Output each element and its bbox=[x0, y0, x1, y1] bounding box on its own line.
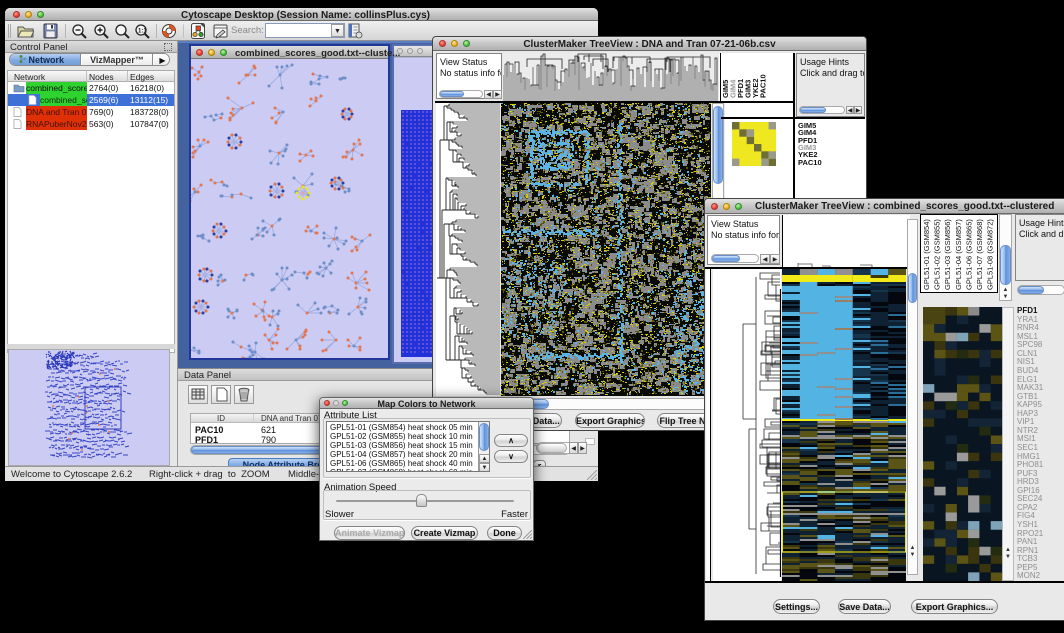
svg-text:GPL51-04 (GSM857): GPL51-04 (GSM857) bbox=[954, 219, 963, 290]
svg-text:GPL51-08 (GSM872): GPL51-08 (GSM872) bbox=[986, 219, 995, 290]
svg-text:1:1: 1:1 bbox=[138, 29, 147, 35]
svg-text:GPL51-01 (GSM854): GPL51-01 (GSM854) bbox=[922, 219, 931, 290]
svg-text:GPL51-06 (GSM865): GPL51-06 (GSM865) bbox=[964, 219, 973, 290]
svg-text:GPL51-02 (GSM855): GPL51-02 (GSM855) bbox=[933, 219, 942, 290]
svg-text:GPL51-03 (GSM856): GPL51-03 (GSM856) bbox=[943, 219, 952, 290]
svg-text:GPL51-07 (GSM868): GPL51-07 (GSM868) bbox=[975, 219, 984, 290]
svg-text:PAC10: PAC10 bbox=[759, 74, 768, 98]
